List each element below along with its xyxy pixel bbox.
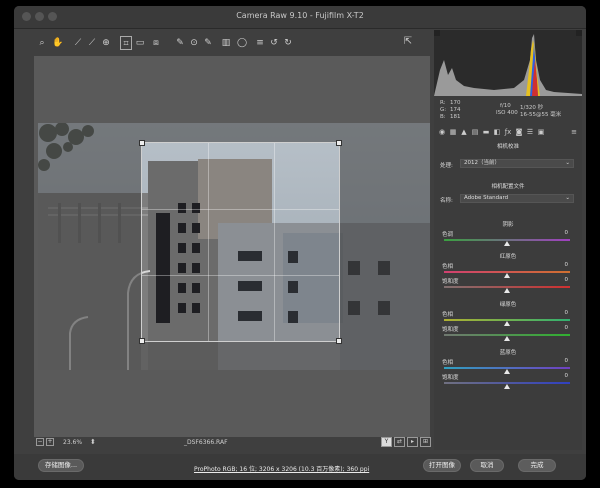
blue-section-heading: 蓝原色 <box>499 350 517 356</box>
file-name: _DSF6366.RAF <box>184 439 228 446</box>
spot-removal-icon[interactable]: ✎ <box>174 36 186 50</box>
preferences-icon[interactable]: ≡ <box>254 36 266 50</box>
green-sat-value[interactable]: 0 <box>565 325 569 331</box>
green-hue-thumb[interactable] <box>504 321 510 326</box>
status-bar: − + 23.6% ⬍ _DSF6366.RAF Y ⇄ ▸ ⊞ <box>34 437 431 449</box>
crop-handle[interactable] <box>139 140 145 146</box>
process-label: 处理: <box>440 163 453 169</box>
zoom-icon[interactable]: ⌕ <box>36 36 48 50</box>
red-sat-value[interactable]: 0 <box>565 277 569 283</box>
image-canvas[interactable] <box>34 56 430 437</box>
red-hue-label: 色相 <box>442 264 454 270</box>
effects-icon[interactable]: ƒx <box>504 128 512 136</box>
blue-sat-value[interactable]: 0 <box>565 373 569 379</box>
zoom-dropdown-icon[interactable]: ⬍ <box>90 438 96 446</box>
camera-profile-heading: 相机配置文件 <box>491 184 525 190</box>
red-eye-icon[interactable]: ⊙ <box>188 36 200 50</box>
hand-icon[interactable]: ✋ <box>52 36 64 50</box>
red-section-heading: 红原色 <box>499 254 517 260</box>
profile-name-label: 名称: <box>440 198 453 204</box>
green-hue-label: 色相 <box>442 312 454 318</box>
zoom-level: 23.6% <box>63 439 83 446</box>
red-hue-thumb[interactable] <box>504 273 510 278</box>
histogram <box>434 30 582 96</box>
red-sat-thumb[interactable] <box>504 288 510 293</box>
color-sampler-icon[interactable]: ⟋ <box>86 36 98 50</box>
panel-menu-icon[interactable]: ≡ <box>570 128 578 136</box>
before-after-y-button[interactable]: Y <box>381 437 392 447</box>
done-button[interactable]: 完成 <box>518 459 556 472</box>
crop-handle[interactable] <box>336 338 342 344</box>
adjustments-panel: R: 170 G: 174 B: 181 f/10 1/320 秒 ISO 40… <box>434 30 582 450</box>
bottom-bar: 存储图像... ProPhoto RGB; 16 位; 3206 x 3206 … <box>14 454 586 480</box>
camera-calibration-icon[interactable]: ◙ <box>515 128 523 136</box>
crop-rectangle[interactable] <box>139 140 342 344</box>
swap-settings-button[interactable]: ⇄ <box>394 437 405 447</box>
crop-handle[interactable] <box>139 338 145 344</box>
zoom-in-button[interactable]: + <box>46 438 54 446</box>
highlight-clip-warning-icon <box>576 30 582 36</box>
title-bar: Camera Raw 9.10 - Fujifilm X-T2 <box>14 6 586 29</box>
shadows-tint-label: 色调 <box>442 232 454 238</box>
pixel-readout: R: 170 G: 174 B: 181 f/10 1/320 秒 ISO 40… <box>440 100 562 120</box>
transform-icon[interactable]: ⧈ <box>150 36 162 50</box>
copy-settings-button[interactable]: ▸ <box>407 437 418 447</box>
save-image-button[interactable]: 存储图像... <box>38 459 84 472</box>
tone-curve-icon[interactable]: ▦ <box>449 128 457 136</box>
cancel-button[interactable]: 取消 <box>470 459 504 472</box>
white-balance-icon[interactable]: ⟋ <box>72 36 84 50</box>
green-sat-thumb[interactable] <box>504 336 510 341</box>
fullscreen-toggle-icon[interactable]: ⇱ <box>402 36 414 48</box>
snapshots-icon[interactable]: ▣ <box>537 128 545 136</box>
adjustment-brush-icon[interactable]: ✎ <box>202 36 214 50</box>
split-toning-icon[interactable]: ▬ <box>482 128 490 136</box>
graduated-filter-icon[interactable]: ▥ <box>220 36 232 50</box>
blue-hue-label: 色相 <box>442 360 454 366</box>
process-select[interactable]: 2012（当前） ⌄ <box>460 159 574 168</box>
camera-raw-window: Camera Raw 9.10 - Fujifilm X-T2 ⌕ ✋ ⟋ ⟋ ⊕ ⌗ ▭ ⧈… <box>14 6 586 480</box>
shadows-tint-thumb[interactable] <box>504 241 510 246</box>
green-section-heading: 绿原色 <box>499 302 517 308</box>
radial-filter-icon[interactable]: ◯ <box>236 36 248 50</box>
presets-icon[interactable]: ☰ <box>526 128 534 136</box>
blue-sat-thumb[interactable] <box>504 384 510 389</box>
window-title: Camera Raw 9.10 - Fujifilm X-T2 <box>236 11 364 20</box>
blue-hue-value[interactable]: 0 <box>565 358 569 364</box>
rotate-right-icon[interactable]: ↻ <box>282 36 294 50</box>
zoom-out-button[interactable]: − <box>36 438 44 446</box>
open-image-button[interactable]: 打开图像 <box>423 459 461 472</box>
targeted-adjustment-icon[interactable]: ⊕ <box>100 36 112 50</box>
blue-hue-thumb[interactable] <box>504 369 510 374</box>
shadow-clip-warning-icon <box>434 30 440 36</box>
profile-select[interactable]: Adobe Standard ⌄ <box>460 194 574 203</box>
rotate-left-icon[interactable]: ↺ <box>268 36 280 50</box>
lens-corrections-icon[interactable]: ◧ <box>493 128 501 136</box>
detail-icon[interactable]: ▲ <box>460 128 468 136</box>
panel-title: 相机校准 <box>496 144 519 150</box>
basic-panel-icon[interactable]: ◉ <box>438 128 446 136</box>
straighten-icon[interactable]: ▭ <box>134 36 146 50</box>
blue-sat-label: 饱和度 <box>442 375 459 381</box>
workflow-options-link[interactable]: ProPhoto RGB; 16 位; 3206 x 3206 (10.3 百万… <box>194 464 369 473</box>
hsl-icon[interactable]: ▤ <box>471 128 479 136</box>
panel-tab-strip: ◉ ▦ ▲ ▤ ▬ ◧ ƒx ◙ ☰ ▣ ≡ <box>438 128 578 138</box>
tool-bar: ⌕ ✋ ⟋ ⟋ ⊕ ⌗ ▭ ⧈ ✎ ⊙ ✎ ▥ ◯ ≡ ↺ ↻ <box>34 36 430 54</box>
crop-icon[interactable]: ⌗ <box>120 36 132 50</box>
red-sat-label: 饱和度 <box>442 279 459 285</box>
green-sat-label: 饱和度 <box>442 327 459 333</box>
green-hue-value[interactable]: 0 <box>565 310 569 316</box>
toggle-defaults-button[interactable]: ⊞ <box>420 437 431 447</box>
red-hue-value[interactable]: 0 <box>565 262 569 268</box>
crop-handle[interactable] <box>336 140 342 146</box>
shadows-tint-value[interactable]: 0 <box>565 230 569 236</box>
shadows-section-heading: 阴影 <box>502 222 514 228</box>
